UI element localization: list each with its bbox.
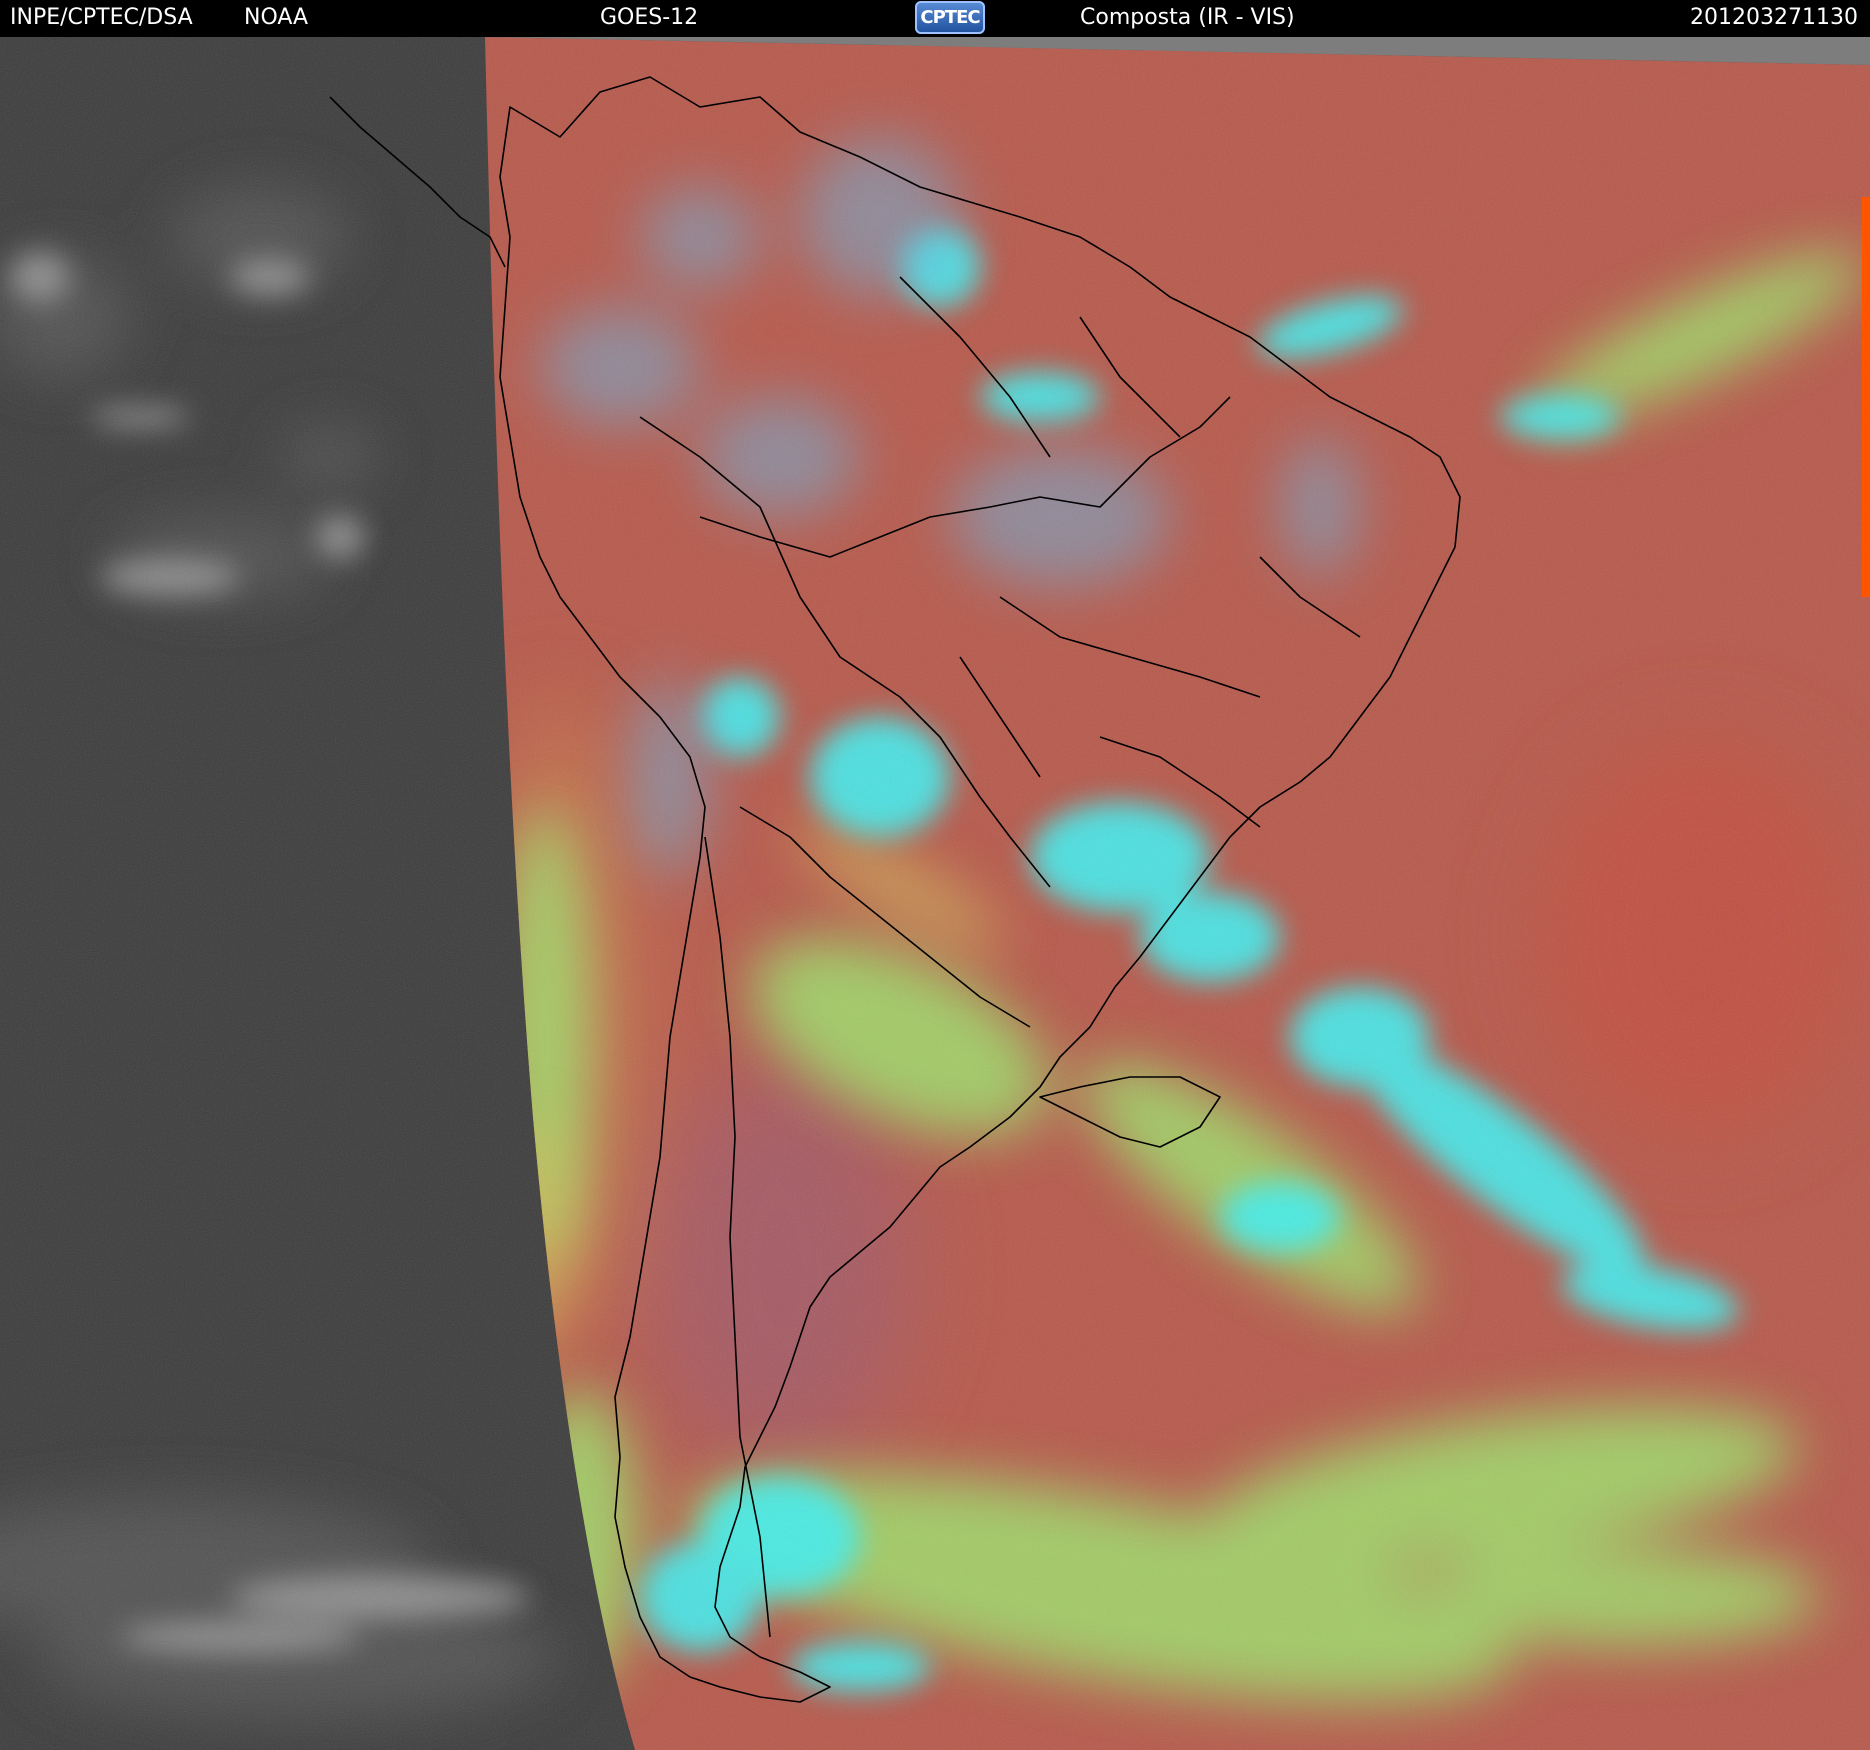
- cptec-logo: CPTEC: [915, 1, 985, 34]
- product-label: Composta (IR - VIS): [1080, 5, 1295, 30]
- satellite-label: GOES-12: [600, 5, 699, 30]
- timestamp-label: 201203271130: [1690, 5, 1858, 30]
- composite-imagery: [0, 37, 1870, 1750]
- header-bar: INPE/CPTEC/DSA NOAA GOES-12 CPTEC Compos…: [0, 0, 1870, 37]
- agency-label: INPE/CPTEC/DSA: [10, 5, 193, 30]
- visible-composite-region: [485, 37, 1870, 1750]
- satellite-image-frame: INPE/CPTEC/DSA NOAA GOES-12 CPTEC Compos…: [0, 0, 1870, 1750]
- partner-label: NOAA: [244, 5, 309, 30]
